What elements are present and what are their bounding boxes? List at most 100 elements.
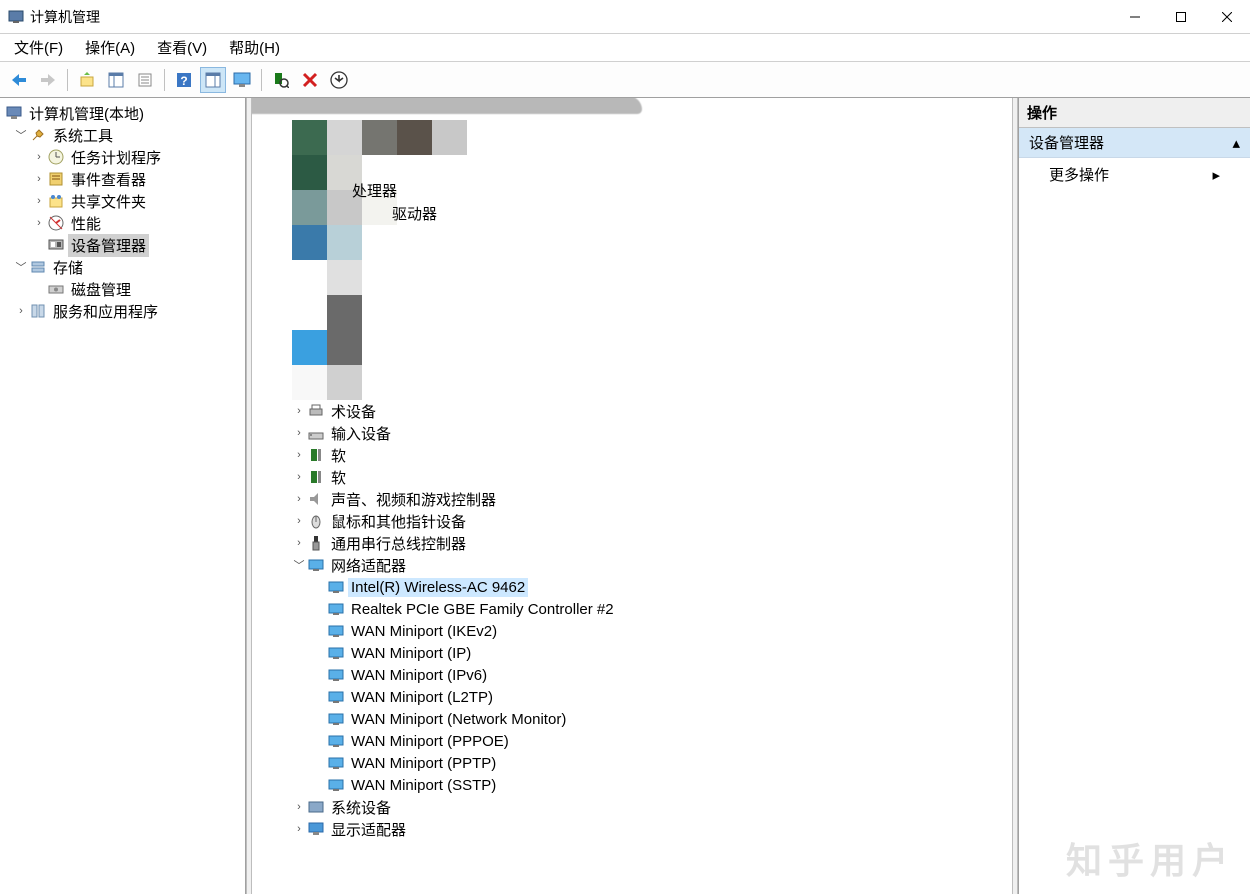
device-item[interactable]: WAN Miniport (IPv6) [252, 664, 996, 686]
device-item[interactable]: WAN Miniport (PPTP) [252, 752, 996, 774]
expand-icon[interactable]: ﹀ [14, 259, 28, 275]
expand-icon[interactable]: › [292, 515, 306, 527]
device-item[interactable]: WAN Miniport (IKEv2) [252, 620, 996, 642]
tree-item-shared-folders[interactable]: › 共享文件夹 [0, 190, 245, 212]
device-tree-panel: ﹀ [252, 98, 1012, 894]
device-category[interactable]: ﹀网络适配器 [252, 554, 996, 576]
toolbar-forward-button[interactable] [35, 67, 61, 93]
collapse-icon[interactable]: ▴ [1232, 134, 1240, 152]
tree-item-event-viewer[interactable]: › 事件查看器 [0, 168, 245, 190]
expand-icon[interactable]: › [292, 823, 306, 835]
tree-group-storage[interactable]: ﹀存储 [0, 256, 245, 278]
disk-icon [48, 281, 64, 297]
device-item[interactable]: WAN Miniport (L2TP) [252, 686, 996, 708]
device-category[interactable]: ›术设备 [252, 400, 996, 422]
expand-icon[interactable]: › [32, 151, 46, 163]
device-category[interactable]: › 输入设备 [252, 422, 996, 444]
expand-icon[interactable]: › [292, 801, 306, 813]
device-item[interactable]: Intel(R) Wireless-AC 9462 [252, 576, 996, 598]
tree-root[interactable]: 计算机管理(本地) [0, 102, 245, 124]
device-category[interactable]: ›系统设备 [252, 796, 996, 818]
submenu-arrow-icon: ▸ [1212, 166, 1220, 184]
device-category[interactable]: › 通用串行总线控制器 [252, 532, 996, 554]
actions-more[interactable]: 更多操作 ▸ [1019, 158, 1250, 191]
expand-icon[interactable]: › [292, 537, 306, 549]
device-tree[interactable]: ﹀ [252, 98, 996, 894]
expand-icon[interactable]: › [14, 305, 28, 317]
device-category[interactable]: ›软 [252, 444, 996, 466]
maximize-button[interactable] [1158, 1, 1204, 33]
toolbar: ? [0, 62, 1250, 98]
device-item-label: WAN Miniport (IKEv2) [348, 622, 500, 641]
tree-label: 设备管理器 [68, 234, 149, 257]
expand-icon[interactable]: › [292, 449, 306, 461]
device-item-label: WAN Miniport (IPv6) [348, 666, 490, 685]
minimize-button[interactable] [1112, 1, 1158, 33]
navigation-tree[interactable]: 计算机管理(本地) ﹀ 系统工具 › 任务计划程序 › 事件查看器 › 共享文件夹 ›… [0, 98, 246, 894]
device-item[interactable]: WAN Miniport (SSTP) [252, 774, 996, 796]
device-item[interactable]: Realtek PCIe GBE Family Controller #2 [252, 598, 996, 620]
device-category[interactable]: ›声音、视频和游戏控制器 [252, 488, 996, 510]
expand-icon[interactable]: ﹀ [14, 127, 28, 143]
device-category[interactable]: ›鼠标和其他指针设备 [252, 510, 996, 532]
tree-label: 事件查看器 [68, 168, 149, 191]
tree-root-label: 计算机管理(本地) [26, 102, 147, 125]
toolbar-back-button[interactable] [6, 67, 32, 93]
tree-label: 任务计划程序 [68, 146, 164, 169]
toolbar-up-button[interactable] [74, 67, 100, 93]
close-button[interactable] [1204, 1, 1250, 33]
expand-icon[interactable]: › [32, 195, 46, 207]
device-item[interactable]: WAN Miniport (Network Monitor) [252, 708, 996, 730]
network-adapter-icon [328, 645, 344, 661]
tree-group-services[interactable]: ›服务和应用程序 [0, 300, 245, 322]
device-label: 输入设备 [328, 422, 394, 445]
device-category[interactable]: ›软 [252, 466, 996, 488]
toolbar-uninstall-button[interactable] [297, 67, 323, 93]
event-icon [48, 171, 64, 187]
menu-help[interactable]: 帮助(H) [225, 34, 284, 61]
actions-section[interactable]: 设备管理器 ▴ [1019, 128, 1250, 158]
toolbar-properties-button[interactable] [132, 67, 158, 93]
computer-icon [6, 105, 22, 121]
services-icon [30, 303, 46, 319]
device-item[interactable]: WAN Miniport (PPPOE) [252, 730, 996, 752]
partial-label-cpu: 处理器 [352, 180, 397, 201]
tree-item-task-scheduler[interactable]: › 任务计划程序 [0, 146, 245, 168]
expand-icon[interactable]: › [32, 217, 46, 229]
network-adapter-icon [328, 755, 344, 771]
expand-icon[interactable]: › [32, 173, 46, 185]
tree-item-device-manager[interactable]: 设备管理器 [0, 234, 245, 256]
censored-region [292, 120, 652, 400]
toolbar-help-button[interactable]: ? [171, 67, 197, 93]
menu-action[interactable]: 操作(A) [81, 34, 139, 61]
expand-icon[interactable]: › [292, 427, 306, 439]
toolbar-separator [261, 69, 262, 91]
toolbar-show-hide-action-pane-button[interactable] [200, 67, 226, 93]
device-label: 通用串行总线控制器 [328, 532, 469, 555]
sound-icon [308, 491, 324, 507]
tree-item-disk-management[interactable]: 磁盘管理 [0, 278, 245, 300]
tree-label: 共享文件夹 [68, 190, 149, 213]
network-adapter-icon [328, 579, 344, 595]
menu-view[interactable]: 查看(V) [153, 34, 211, 61]
expand-icon[interactable]: › [292, 471, 306, 483]
toolbar-monitor-button[interactable] [229, 67, 255, 93]
tree-label: 磁盘管理 [68, 278, 134, 301]
device-category[interactable]: ›显示适配器 [252, 818, 996, 840]
expand-icon[interactable]: › [292, 493, 306, 505]
tree-group-system-tools[interactable]: ﹀ 系统工具 [0, 124, 245, 146]
network-adapter-icon [328, 601, 344, 617]
usb-icon [308, 535, 324, 551]
partial-label-driver: 驱动器 [392, 203, 437, 224]
menu-file[interactable]: 文件(F) [10, 34, 67, 61]
tree-item-performance[interactable]: › 性能 [0, 212, 245, 234]
device-item[interactable]: WAN Miniport (IP) [252, 642, 996, 664]
device-item-label: WAN Miniport (Network Monitor) [348, 710, 569, 729]
toolbar-enable-button[interactable] [326, 67, 352, 93]
toolbar-show-hide-tree-button[interactable] [103, 67, 129, 93]
tree-label: 性能 [68, 212, 104, 235]
expand-icon[interactable]: › [292, 405, 306, 417]
toolbar-scan-button[interactable] [268, 67, 294, 93]
network-adapter-icon [328, 777, 344, 793]
expand-icon[interactable]: ﹀ [292, 557, 306, 573]
